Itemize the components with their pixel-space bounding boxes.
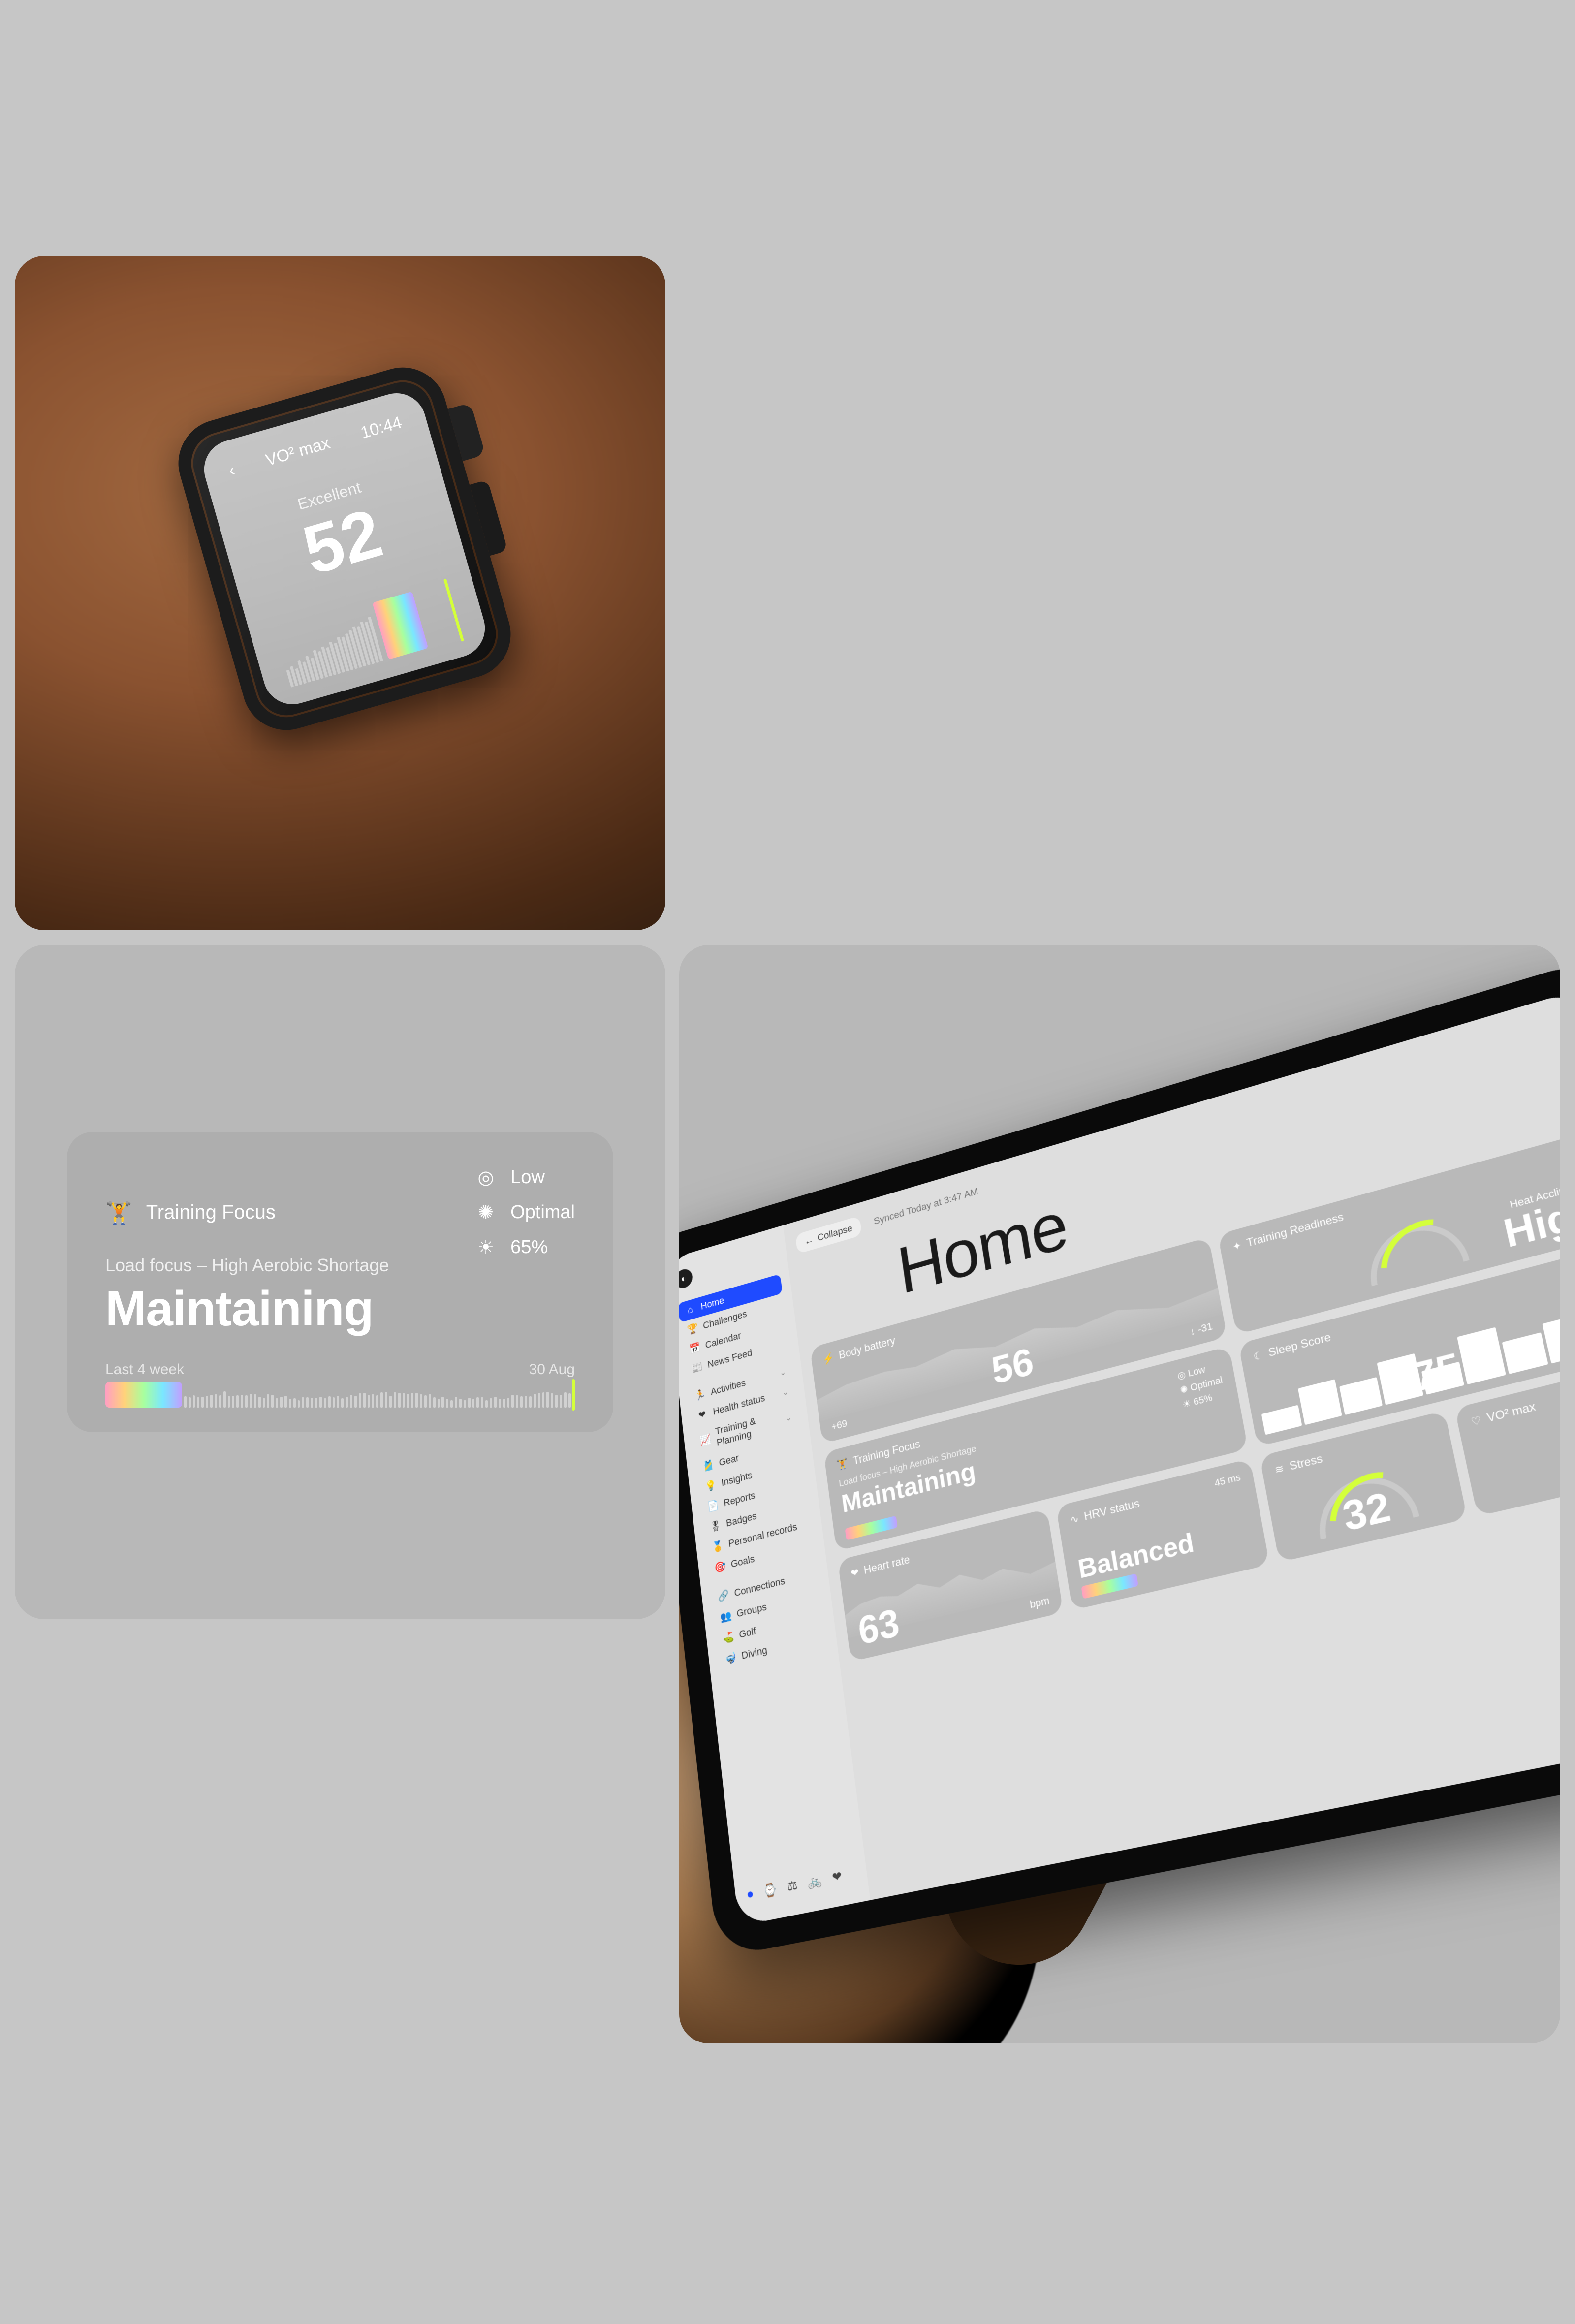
bike-device-icon[interactable]: 🚲 <box>807 1872 822 1890</box>
golf-icon: ⛳ <box>722 1631 734 1645</box>
chevron-left-icon: ← <box>804 1234 814 1247</box>
sidebar-item-label: Diving <box>741 1644 768 1662</box>
scale-device-icon[interactable]: ⚖ <box>787 1877 798 1894</box>
dumbbell-icon: 🏋 <box>836 1457 849 1472</box>
holo-gradient-block <box>372 592 428 660</box>
active-device-dot <box>747 1891 753 1898</box>
four-week-spark: /* bars generated below */ <box>105 1382 575 1408</box>
body-battery-gain: +69 <box>831 1417 848 1433</box>
sidebar-item-label: Badges <box>725 1510 757 1529</box>
badge-icon: 🎖 <box>709 1519 721 1534</box>
balance-value: Optimal <box>510 1202 575 1223</box>
lungs-icon: ♡ <box>1470 1413 1482 1429</box>
tf-s3: 65% <box>1193 1392 1213 1407</box>
sidebar-item-label: Golf <box>738 1625 756 1641</box>
body-battery-value: 56 <box>989 1341 1036 1390</box>
link-icon: 🔗 <box>717 1589 729 1603</box>
sidebar-item-label: Insights <box>721 1469 753 1489</box>
stress-icon: ≋ <box>1274 1462 1285 1477</box>
chevron-down-icon: ⌄ <box>782 1387 789 1398</box>
focus-stats: ◎ Low ✺ Optimal ☀ 65% <box>475 1166 575 1258</box>
collapse-sidebar-button[interactable]: ← Collapse <box>795 1216 862 1254</box>
hr-unit: bpm <box>1029 1594 1050 1611</box>
stress-value: 32 <box>1339 1485 1393 1538</box>
calendar-icon: 📅 <box>689 1342 700 1355</box>
card-title: Sleep Score <box>1267 1331 1332 1360</box>
bulb-icon: 💡 <box>704 1479 716 1493</box>
spark-icon: ✦ <box>1231 1239 1242 1254</box>
moon-icon: ☾ <box>1253 1349 1264 1363</box>
intensity-value: Low <box>510 1167 545 1188</box>
range-end-label: 30 Aug <box>529 1361 575 1378</box>
training-status: Maintaining <box>105 1281 575 1337</box>
dive-icon: 🤿 <box>724 1651 737 1665</box>
chevron-down-icon: ⌄ <box>779 1367 787 1378</box>
report-icon: 📄 <box>707 1499 719 1513</box>
plan-icon: 📈 <box>699 1433 711 1447</box>
holo-gradient-block <box>845 1516 898 1540</box>
trophy-icon: 🏆 <box>687 1322 698 1336</box>
watch-showcase-tile: ‹ VO² max 10:44 Excellent 52 <box>15 256 665 930</box>
bolt-icon: ⚡ <box>822 1351 835 1366</box>
target-icon: ◎ <box>475 1166 497 1189</box>
sleep-label: Good <box>1266 1416 1294 1435</box>
news-icon: 📰 <box>691 1361 703 1375</box>
balance-icon: ✺ <box>475 1201 497 1224</box>
sidebar-item-label: Home <box>700 1294 724 1312</box>
sidebar-item-label: Gear <box>719 1452 740 1469</box>
vo2-value: 52 <box>296 498 389 586</box>
load-focus-subtitle: Load focus – High Aerobic Shortage <box>105 1255 575 1276</box>
run-icon: 🏃 <box>694 1388 706 1402</box>
record-icon: 🥇 <box>712 1539 724 1554</box>
heart-icon: ❤ <box>696 1408 708 1422</box>
hr-value: 63 <box>856 1602 902 1651</box>
heart-icon: ❤ <box>850 1566 859 1580</box>
hrm-device-icon[interactable]: ❤ <box>831 1868 843 1885</box>
group-icon: 👥 <box>720 1609 731 1624</box>
back-icon[interactable]: ‹ <box>226 461 237 481</box>
card-title: Body battery <box>838 1334 896 1362</box>
tablet-device: ◐ ⌂Home🏆Challenges📅Calendar📰News Feed🏃Ac… <box>679 956 1560 1958</box>
current-marker <box>572 1379 575 1411</box>
card-title: Training Readiness <box>1246 1211 1345 1250</box>
tf-s1: Low <box>1187 1364 1206 1379</box>
training-focus-tile: 🏋 Training Focus ◎ Low ✺ Optimal ☀ 65% <box>15 945 665 1619</box>
gear-icon: 🎽 <box>702 1459 714 1473</box>
sleep-value: 75 <box>1409 1346 1464 1398</box>
card-title: Stress <box>1289 1452 1324 1474</box>
card-title: Heart rate <box>863 1553 911 1577</box>
sidebar-item-label: Groups <box>736 1601 767 1620</box>
sidebar-item-label: Goals <box>730 1553 756 1570</box>
card-title: Training Focus <box>146 1201 276 1224</box>
tablet-screen[interactable]: ◐ ⌂Home🏆Challenges📅Calendar📰News Feed🏃Ac… <box>679 989 1560 1926</box>
watch-device-icon[interactable]: ⌚ <box>762 1882 778 1899</box>
card-title: HRV status <box>1083 1497 1141 1523</box>
tablet-showcase-tile: ◐ ⌂Home🏆Challenges📅Calendar📰News Feed🏃Ac… <box>679 945 1560 2043</box>
current-marker <box>443 578 464 642</box>
range-start-label: Last 4 week <box>105 1361 184 1378</box>
chevron-down-icon: ⌄ <box>785 1413 792 1423</box>
goal-icon: 🎯 <box>714 1560 725 1574</box>
holo-gradient-block <box>105 1382 182 1408</box>
collapse-label: Collapse <box>817 1223 853 1244</box>
training-focus-card[interactable]: 🏋 Training Focus ◎ Low ✺ Optimal ☀ 65% <box>67 1132 613 1432</box>
main-content: ← Collapse Synced Today at 3:47 AM Home … <box>783 989 1560 1900</box>
device-switcher[interactable]: ⌚ ⚖ 🚲 ❤ <box>744 1860 858 1908</box>
sidebar-item-label: Reports <box>723 1489 756 1509</box>
home-icon: ⌂ <box>684 1303 695 1317</box>
app-logo[interactable]: ◐ <box>679 1267 693 1290</box>
dumbbell-icon: 🏋 <box>105 1200 132 1225</box>
body-battery-delta: ↓ -31 <box>1189 1320 1213 1338</box>
wave-icon: ∿ <box>1070 1512 1080 1527</box>
